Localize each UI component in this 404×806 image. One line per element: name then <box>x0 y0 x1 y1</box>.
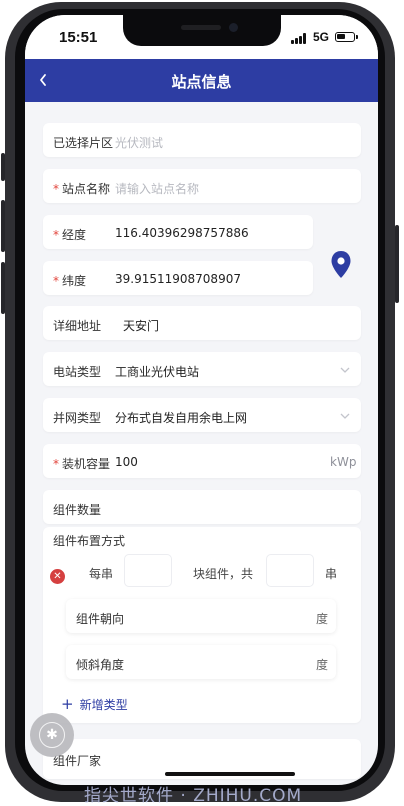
assistive-touch-button[interactable]: ✱ <box>30 713 74 757</box>
required-mark: * <box>53 228 59 242</box>
latitude-label: * 纬度 <box>53 272 86 289</box>
tilt-label: 倾斜角度 <box>76 658 125 672</box>
latitude-label-text: 纬度 <box>62 274 87 288</box>
chevron-down-icon <box>340 413 350 419</box>
per-string-prefix: 每串 <box>89 567 114 581</box>
orientation-label: 组件朝向 <box>76 612 125 626</box>
signal-icon <box>291 33 309 44</box>
capacity-unit: kWp <box>330 455 357 469</box>
grid-type-value: 分布式自发自用余电上网 <box>115 411 248 425</box>
remove-icon[interactable]: ✕ <box>50 569 65 584</box>
power-button <box>395 225 399 303</box>
required-mark: * <box>53 457 59 471</box>
page-title: 站点信息 <box>171 73 232 91</box>
district-label: 已选择片区 <box>53 136 114 150</box>
required-mark: * <box>53 274 59 288</box>
grid-type-label: 并网类型 <box>53 411 102 425</box>
form-scroll-area[interactable]: 已选择片区 光伏测试 * 站点名称 请输入站点名称 * 经度 116.4039629… <box>25 102 378 785</box>
orientation-field[interactable]: 组件朝向 度 <box>66 599 336 633</box>
longitude-input[interactable]: 116.40396298757886 <box>115 226 249 240</box>
latitude-input[interactable]: 39.91511908708907 <box>115 272 241 286</box>
camera-icon <box>229 23 238 32</box>
capacity-label: * 装机容量 <box>53 455 110 472</box>
bluetooth-icon: ✱ <box>39 722 65 748</box>
tilt-unit: 度 <box>316 658 329 672</box>
module-count-label: 组件数量 <box>53 503 102 517</box>
station-type-select[interactable]: 电站类型 工商业光伏电站 <box>43 352 361 386</box>
add-type-button[interactable]: + 新增类型 <box>61 695 128 713</box>
home-indicator <box>165 772 295 776</box>
notch <box>123 15 281 46</box>
station-name-label-text: 站点名称 <box>62 182 111 196</box>
per-string-input[interactable] <box>124 554 172 587</box>
device-frame: 15:51 5G 站点信息 已选择片区 光伏测试 * 站点名称 请输入站点名称 … <box>0 0 404 806</box>
station-name-input[interactable]: 请输入站点名称 <box>115 180 199 197</box>
battery-icon <box>335 32 355 42</box>
orientation-unit: 度 <box>316 612 329 626</box>
station-name-label: * 站点名称 <box>53 180 110 197</box>
status-bar: 15:51 5G <box>25 15 378 59</box>
address-label: 详细地址 <box>53 319 102 333</box>
map-pin-icon[interactable] <box>330 250 352 280</box>
capacity-row: * 装机容量 100 kWp <box>43 444 361 478</box>
address-field[interactable]: 详细地址 天安门 <box>43 306 361 340</box>
address-value: 天安门 <box>123 319 160 333</box>
longitude-label-text: 经度 <box>62 228 87 242</box>
add-type-label: 新增类型 <box>79 698 128 712</box>
capacity-label-text: 装机容量 <box>62 457 111 471</box>
latitude-row: * 纬度 39.91511908708907 <box>43 261 313 295</box>
string-count-input[interactable] <box>266 554 314 587</box>
chevron-down-icon <box>340 367 350 373</box>
string-suffix: 串 <box>325 567 338 581</box>
network-type: 5G <box>313 30 330 44</box>
status-time: 15:51 <box>59 29 98 46</box>
station-type-value: 工商业光伏电站 <box>115 365 200 379</box>
modules-mid-text: 块组件，共 <box>193 567 254 581</box>
longitude-label: * 经度 <box>53 226 86 243</box>
district-value: 光伏测试 <box>115 136 164 150</box>
required-mark: * <box>53 182 59 196</box>
tilt-field[interactable]: 倾斜角度 度 <box>66 645 336 679</box>
station-type-label: 电站类型 <box>53 365 102 379</box>
longitude-row: * 经度 116.40396298757886 <box>43 215 313 249</box>
battery-tip <box>356 35 358 39</box>
app-screen: 15:51 5G 站点信息 已选择片区 光伏测试 * 站点名称 请输入站点名称 … <box>25 15 378 785</box>
module-count-field[interactable]: 组件数量 <box>43 490 361 524</box>
station-name-row: * 站点名称 请输入站点名称 <box>43 169 361 203</box>
layout-label: 组件布置方式 <box>53 534 126 548</box>
capacity-input[interactable]: 100 <box>115 455 138 469</box>
district-field[interactable]: 已选择片区 光伏测试 <box>43 123 361 157</box>
plus-icon: + <box>61 695 74 713</box>
watermark: 指尖世软件 · ZHIHU.COM <box>84 786 303 806</box>
grid-type-select[interactable]: 并网类型 分布式自发自用余电上网 <box>43 398 361 432</box>
nav-bar: 站点信息 <box>25 59 378 102</box>
